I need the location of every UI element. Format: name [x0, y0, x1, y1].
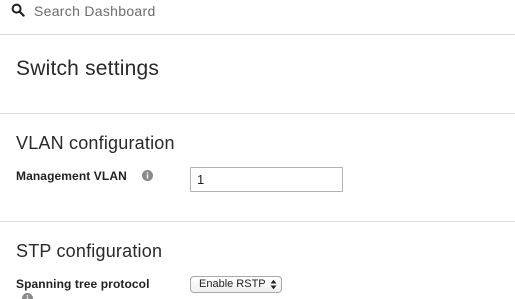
info-icon[interactable] [142, 170, 153, 181]
divider [0, 221, 515, 222]
spanning-tree-label: Spanning tree protocol [16, 277, 150, 291]
spanning-tree-select-value: Enable RSTP [199, 278, 266, 290]
page-title: Switch settings [16, 57, 160, 80]
divider [0, 113, 515, 114]
info-icon[interactable] [22, 293, 33, 299]
management-vlan-input[interactable] [190, 167, 343, 192]
search-input[interactable] [34, 0, 334, 22]
search-bar [0, 0, 515, 35]
search-icon[interactable] [11, 3, 25, 17]
switch-settings-page: Switch settings VLAN configuration Manag… [0, 0, 515, 299]
spanning-tree-select[interactable]: Enable RSTP [190, 276, 282, 293]
stp-section-heading: STP configuration [16, 241, 163, 261]
vlan-section-heading: VLAN configuration [16, 133, 175, 153]
updown-arrows-icon [270, 279, 277, 290]
management-vlan-label: Management VLAN [16, 169, 127, 183]
